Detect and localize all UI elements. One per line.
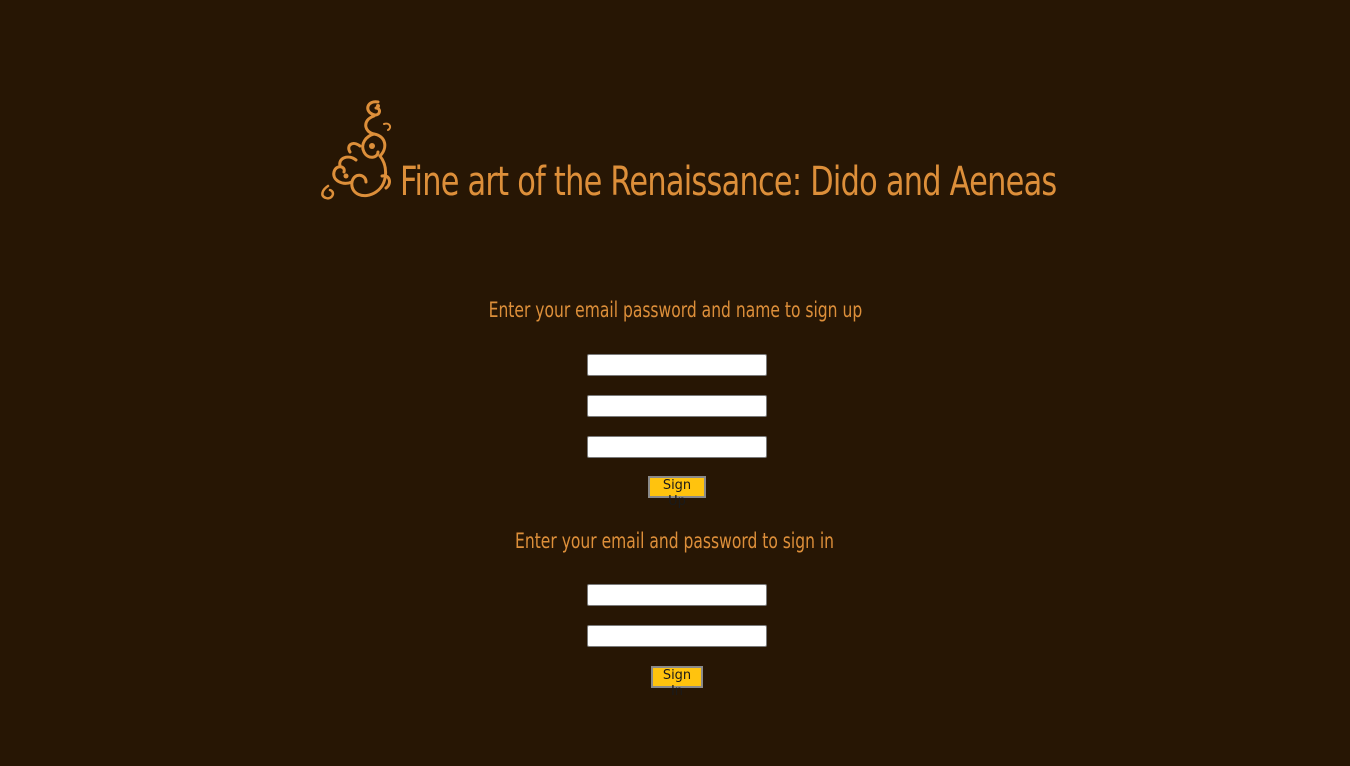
signup-prompt: Enter your email password and name to si… — [0, 297, 1350, 323]
sign-up-button[interactable]: Sign Up — [648, 476, 706, 509]
signup-password-field[interactable] — [587, 395, 767, 417]
signup-email-field[interactable] — [587, 354, 767, 376]
sign-in-button[interactable]: Sign In — [651, 666, 703, 699]
page-header: Fine art of the Renaissance: Dido and Ae… — [316, 96, 1264, 206]
signup-prompt-text: Enter your email password and name to si… — [488, 298, 862, 322]
signin-email-field[interactable] — [587, 584, 767, 606]
signin-password-field[interactable] — [587, 625, 767, 647]
signin-prompt: Enter your email and password to sign in — [0, 528, 1350, 554]
page-title: Fine art of the Renaissance: Dido and Ae… — [400, 159, 1057, 205]
signin-prompt-text: Enter your email and password to sign in — [515, 529, 835, 553]
ornament-icon — [321, 100, 392, 200]
signup-name-field[interactable] — [587, 436, 767, 458]
